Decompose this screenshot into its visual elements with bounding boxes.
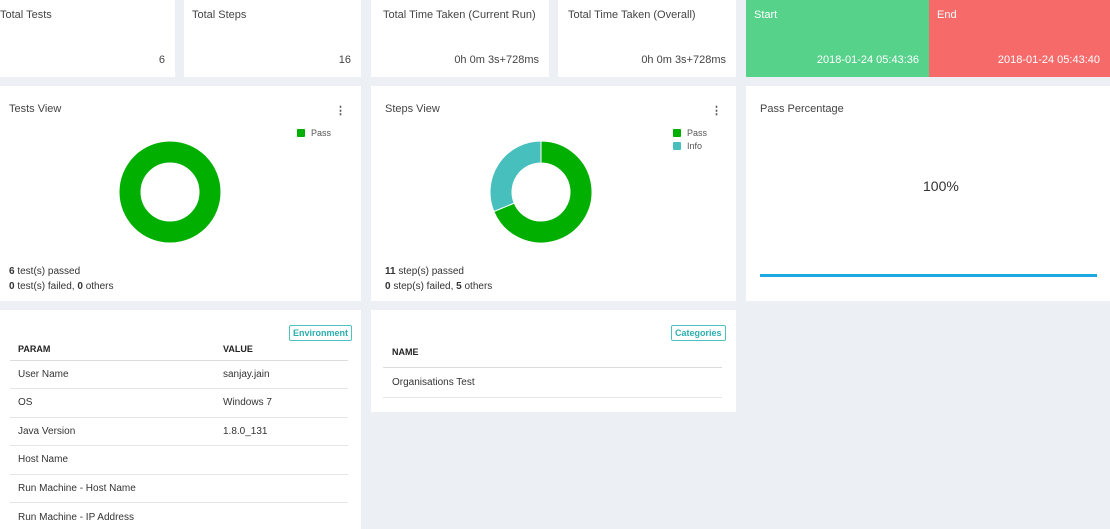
- time-current-card: Total Time Taken (Current Run) 0h 0m 3s+…: [371, 0, 549, 77]
- total-tests-label: Total Tests: [0, 9, 52, 21]
- total-steps-label: Total Steps: [192, 9, 247, 21]
- table-header-row: PARAM VALUE: [10, 339, 348, 361]
- pass-percentage-bar: [760, 274, 1097, 277]
- table-row: OS Windows 7: [10, 388, 348, 418]
- pass-percentage-title: Pass Percentage: [760, 103, 844, 115]
- category-name-cell[interactable]: Organisations Test: [383, 367, 722, 398]
- total-steps-card: Total Steps 16: [184, 0, 361, 77]
- time-current-label: Total Time Taken (Current Run): [383, 9, 536, 21]
- param-cell: Java Version: [10, 417, 215, 446]
- table-row: Run Machine - Host Name: [10, 474, 348, 503]
- param-cell: Run Machine - Host Name: [10, 474, 215, 503]
- start-card: Start 2018-01-24 05:43:36: [746, 0, 929, 77]
- steps-failed-text: step(s) failed,: [390, 281, 457, 292]
- steps-summary: 11 step(s) passed 0 step(s) failed, 5 ot…: [385, 264, 492, 294]
- tests-summary: 6 test(s) passed 0 test(s) failed, 0 oth…: [9, 264, 114, 294]
- value-cell: sanjay.jain: [215, 360, 348, 389]
- start-label: Start: [754, 9, 778, 21]
- pass-percentage-track: [760, 274, 1097, 277]
- environment-table: PARAM VALUE User Name sanjay.jain OS Win…: [10, 339, 348, 529]
- table-row: User Name sanjay.jain: [10, 360, 348, 389]
- steps-view-card: Steps View ⋮ Pass Info 11 step(s) passed…: [371, 86, 736, 301]
- table-row: Java Version 1.8.0_131: [10, 417, 348, 446]
- value-cell: [215, 503, 348, 529]
- param-cell: Host Name: [10, 445, 215, 475]
- pass-percentage-card: Pass Percentage 100%: [746, 86, 1110, 301]
- tests-passed-text: test(s) passed: [14, 266, 81, 277]
- end-label: End: [937, 9, 957, 21]
- pass-percentage-value: 100%: [923, 178, 959, 194]
- value-cell: [215, 474, 348, 503]
- table-row: Run Machine - IP Address: [10, 503, 348, 529]
- total-tests-card: Total Tests 6: [0, 0, 175, 77]
- table-header-row: NAME: [383, 337, 722, 368]
- time-current-value: 0h 0m 3s+728ms: [454, 54, 539, 66]
- value-cell: 1.8.0_131: [215, 417, 348, 446]
- steps-others-text: others: [461, 281, 493, 292]
- value-cell: Windows 7: [215, 388, 348, 418]
- value-cell: [215, 445, 348, 475]
- tests-view-card: Tests View ⋮ Pass 6 test(s) passed 0 tes…: [0, 86, 361, 301]
- end-value: 2018-01-24 05:43:40: [997, 54, 1100, 66]
- tests-failed-text: test(s) failed,: [14, 281, 78, 292]
- time-overall-value: 0h 0m 3s+728ms: [641, 54, 726, 66]
- table-row: Host Name: [10, 445, 348, 475]
- start-value: 2018-01-24 05:43:36: [816, 54, 919, 66]
- table-row[interactable]: Organisations Test: [383, 367, 722, 398]
- param-header: PARAM: [10, 339, 215, 361]
- steps-passed-text: step(s) passed: [395, 266, 464, 277]
- categories-table: NAME Organisations Test: [383, 337, 722, 398]
- steps-passed-count: 11: [385, 266, 396, 277]
- donut-slice-info[interactable]: [489, 140, 542, 213]
- time-overall-label: Total Time Taken (Overall): [568, 9, 696, 21]
- name-header: NAME: [383, 337, 722, 368]
- tests-others-text: others: [82, 281, 114, 292]
- time-overall-card: Total Time Taken (Overall) 0h 0m 3s+728m…: [558, 0, 736, 77]
- param-cell: User Name: [10, 360, 215, 389]
- donut-slice-pass[interactable]: [118, 140, 222, 244]
- total-steps-value: 16: [338, 54, 351, 66]
- total-tests-value: 6: [158, 54, 165, 66]
- end-card: End 2018-01-24 05:43:40: [929, 0, 1110, 77]
- param-cell: OS: [10, 388, 215, 418]
- param-cell: Run Machine - IP Address: [18, 511, 134, 523]
- value-header: VALUE: [215, 339, 348, 361]
